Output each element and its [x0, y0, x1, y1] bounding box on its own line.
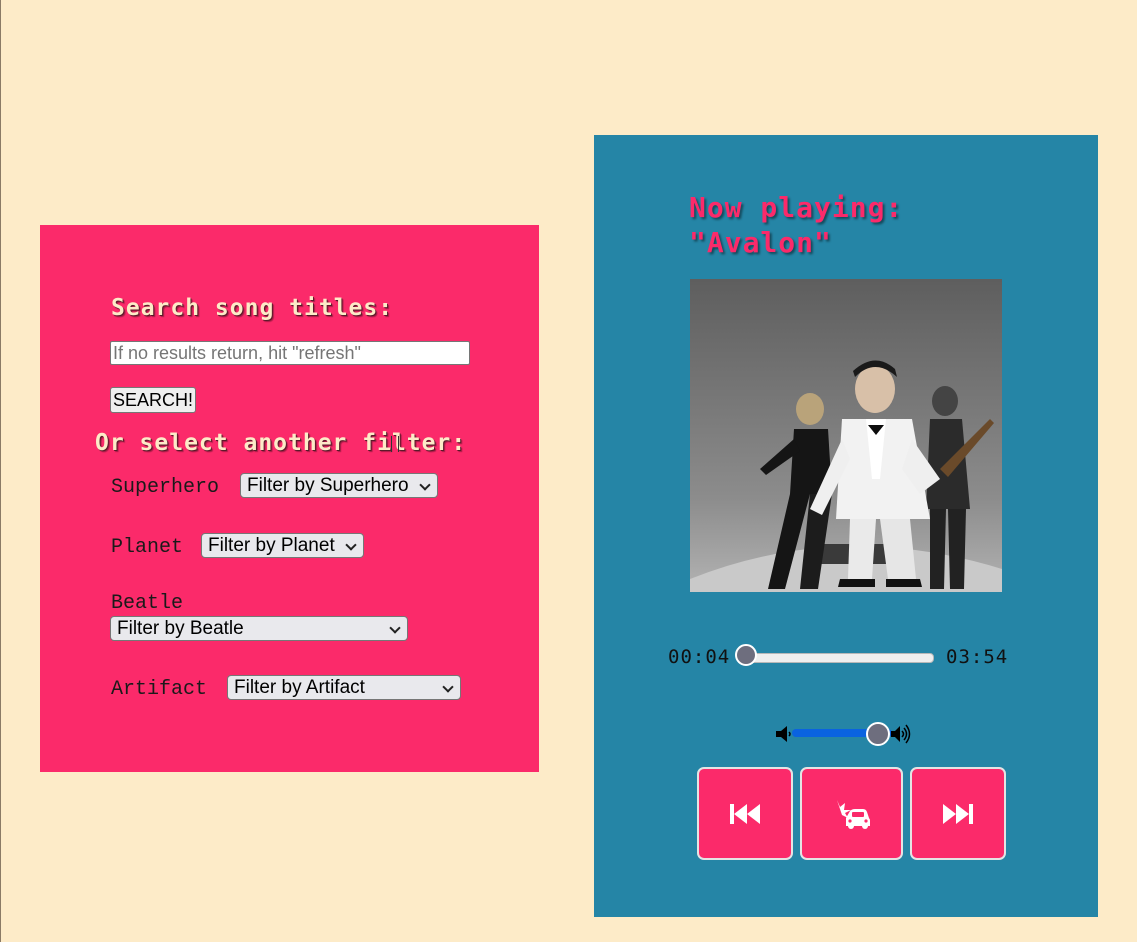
planet-select[interactable]: Filter by Planet	[201, 533, 364, 558]
search-button[interactable]: SEARCH!	[110, 387, 197, 413]
superhero-label: Superhero	[111, 476, 220, 499]
volume-handle[interactable]	[866, 722, 890, 746]
skip-back-icon	[730, 803, 760, 824]
previous-button[interactable]	[697, 767, 793, 860]
chevron-down-icon	[418, 479, 431, 491]
song-title: "Avalon"	[689, 226, 832, 259]
search-heading: Search song titles:	[111, 295, 394, 321]
car-crash-icon	[836, 799, 870, 829]
window-edge	[0, 0, 1, 942]
search-panel: Search song titles: SEARCH! Or select an…	[40, 225, 539, 772]
duration-time: 03:54	[946, 646, 1009, 668]
now-playing-heading: Now playing: "Avalon"	[689, 190, 903, 260]
next-button[interactable]	[910, 767, 1006, 860]
filter-heading: Or select another filter:	[95, 430, 467, 456]
album-art-photo	[690, 279, 1002, 592]
artifact-label: Artifact	[111, 678, 208, 701]
planet-select-value: Filter by Planet	[208, 535, 335, 556]
now-playing-label: Now playing:	[689, 191, 904, 224]
artifact-select-value: Filter by Artifact	[234, 677, 365, 698]
skip-forward-icon	[943, 803, 973, 824]
planet-label: Planet	[111, 536, 184, 559]
beatle-select-value: Filter by Beatle	[117, 618, 244, 639]
artifact-select[interactable]: Filter by Artifact	[227, 675, 461, 700]
text-cursor-icon	[391, 436, 399, 452]
superhero-select[interactable]: Filter by Superhero	[240, 473, 438, 498]
speaker-high-icon[interactable]	[890, 723, 912, 745]
seek-handle[interactable]	[735, 644, 757, 666]
chevron-down-icon	[389, 622, 401, 634]
shuffle-button[interactable]	[800, 767, 903, 860]
player-panel: Now playing: "Avalon" 00:04 03:54	[594, 135, 1098, 917]
chevron-down-icon	[345, 539, 357, 551]
album-art	[690, 279, 1002, 592]
superhero-select-value: Filter by Superhero	[247, 475, 409, 496]
chevron-down-icon	[442, 681, 454, 693]
beatle-select[interactable]: Filter by Beatle	[110, 616, 408, 641]
current-time: 00:04	[668, 646, 731, 668]
beatle-label: Beatle	[111, 592, 184, 615]
search-input[interactable]	[110, 341, 470, 365]
seek-slider[interactable]	[746, 653, 934, 663]
